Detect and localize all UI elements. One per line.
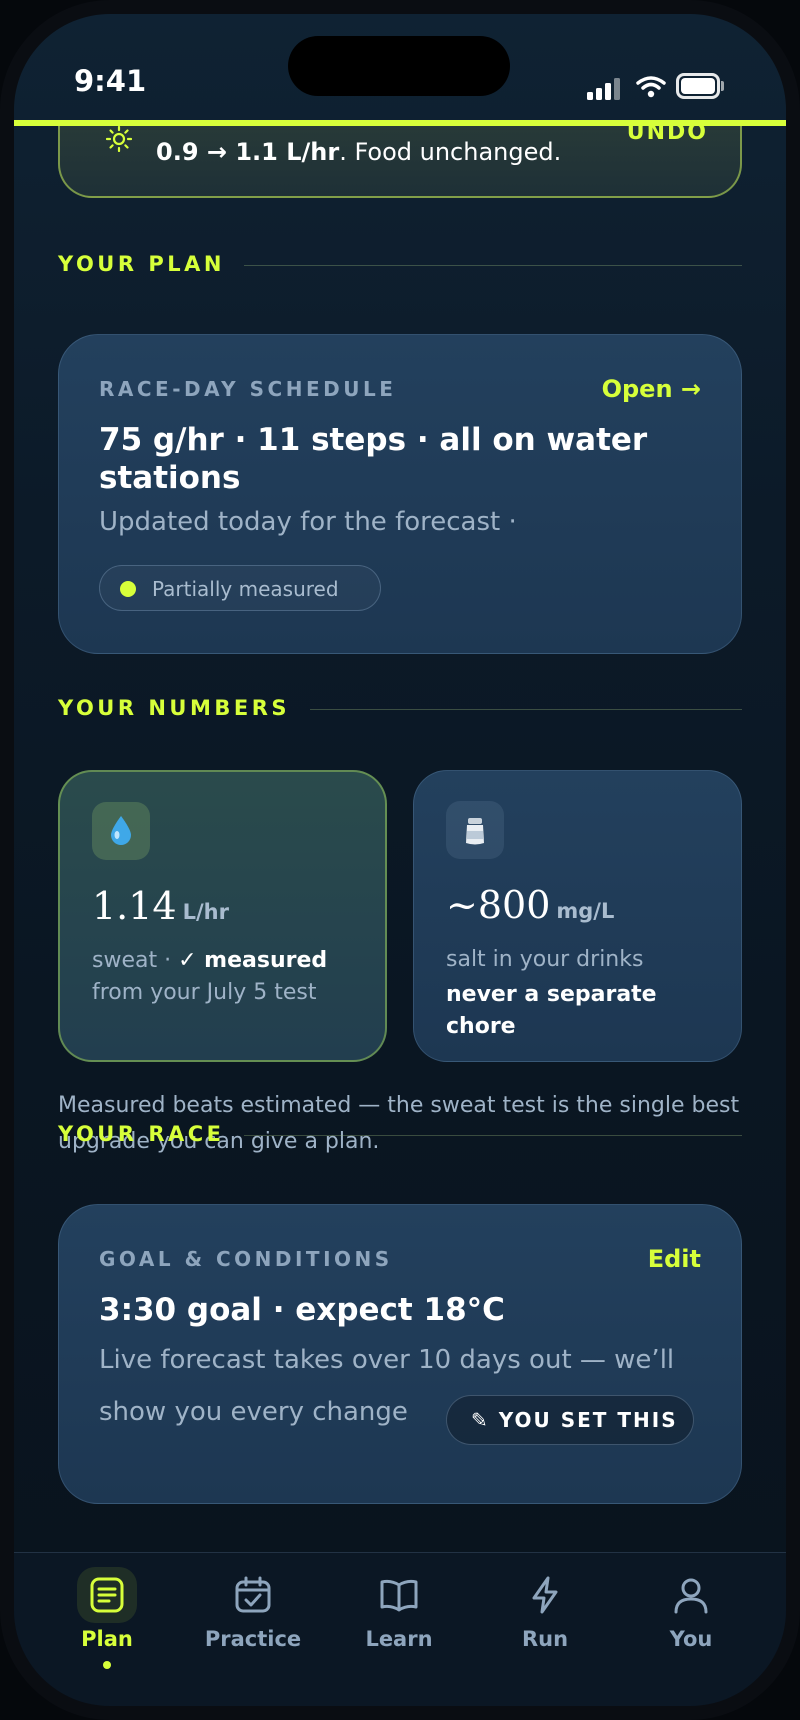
status-dot	[120, 581, 136, 597]
person-icon	[674, 1578, 708, 1614]
measured-badge: ✓ measured	[178, 948, 328, 973]
section-divider	[310, 709, 742, 710]
status-bar: 9:41	[14, 14, 786, 120]
wifi-icon	[636, 76, 666, 98]
card-headline: 75 g/hr · 11 steps · all on water statio…	[99, 422, 648, 496]
card-subtitle: Updated today for the forecast ·	[99, 507, 517, 537]
section-title: YOUR RACE	[58, 1122, 225, 1146]
section-divider	[244, 1135, 742, 1136]
section-header-numbers: YOUR NUMBERS	[58, 696, 742, 726]
tab-practice[interactable]: Practice	[180, 1553, 326, 1706]
dynamic-island	[288, 36, 510, 96]
you-set-this-label: ✎ YOU SET THIS	[471, 1408, 678, 1432]
adjustment-banner: 0.9 → 1.1 L/hr. Food unchanged. UNDO	[58, 126, 742, 198]
icon-tile	[446, 801, 504, 859]
book-icon	[380, 1579, 418, 1612]
status-time: 9:41	[74, 64, 147, 98]
tab-label: You	[669, 1627, 713, 1651]
card-headline: 3:30 goal · expect 18°C	[99, 1292, 505, 1328]
tab-label: Plan	[81, 1627, 133, 1651]
signal-icon	[587, 76, 623, 100]
edit-goal-link[interactable]: Edit	[648, 1245, 701, 1273]
section-title: YOUR NUMBERS	[58, 696, 291, 720]
tab-plan[interactable]: Plan	[34, 1553, 180, 1706]
sweat-source: from your July 5 test	[92, 980, 317, 1005]
card-subtitle-line1: Live forecast takes over 10 days out — w…	[99, 1345, 675, 1375]
sweat-unit: L/hr	[182, 900, 229, 924]
goal-conditions-card[interactable]: GOAL & CONDITIONS Edit 3:30 goal · expec…	[58, 1204, 742, 1504]
section-title: YOUR PLAN	[58, 252, 225, 276]
tab-label: Run	[521, 1627, 569, 1651]
active-indicator	[103, 1661, 111, 1669]
tab-bar: Plan Practice Learn Run You	[14, 1552, 786, 1706]
phone-frame: 9:41 0.9 → 1.1 L/hr. Food unchanged. UND…	[0, 0, 800, 1720]
salt-shaker-icon	[466, 818, 484, 845]
you-set-this-badge: ✎ YOU SET THIS	[446, 1395, 694, 1445]
plan-doc-icon	[90, 1577, 124, 1613]
calendar-check-icon	[235, 1576, 271, 1613]
banner-message-rest: . Food unchanged.	[339, 138, 562, 166]
status-badge: Partially measured	[99, 565, 381, 611]
scroll-content[interactable]: 0.9 → 1.1 L/hr. Food unchanged. UNDO YOU…	[14, 126, 786, 1552]
status-badge-label: Partially measured	[152, 577, 339, 601]
sweat-rate-card[interactable]: 1.14 L/hr sweat · ✓ measured from your Ju…	[58, 770, 387, 1062]
salt-label: salt in your drinks	[446, 947, 644, 972]
sweat-label: sweat · ✓ measured	[92, 948, 327, 973]
race-day-schedule-card[interactable]: RACE-DAY SCHEDULE Open → 75 g/hr · 11 st…	[58, 334, 742, 654]
undo-button[interactable]: UNDO	[627, 126, 708, 145]
water-drop-icon	[111, 816, 131, 845]
sun-icon	[106, 126, 132, 152]
banner-message-bold: 0.9 → 1.1 L/hr	[156, 138, 340, 166]
tab-you[interactable]: You	[618, 1553, 764, 1706]
card-subtitle-line2: show you every change	[99, 1397, 408, 1427]
salt-card[interactable]: ~800 mg/L salt in your drinks never a sep…	[413, 770, 742, 1062]
salt-unit: mg/L	[556, 899, 615, 923]
salt-value: ~800 mg/L	[446, 883, 614, 927]
open-schedule-link[interactable]: Open →	[602, 375, 701, 403]
icon-tile	[92, 802, 150, 860]
salt-value-number: ~800	[446, 883, 551, 927]
salt-note: never a separate chore	[446, 982, 657, 1039]
tab-label: Learn	[365, 1627, 433, 1651]
bolt-icon	[532, 1576, 558, 1614]
sweat-value: 1.14 L/hr	[92, 884, 229, 928]
sweat-label-pre: sweat ·	[92, 948, 179, 973]
banner-message: 0.9 → 1.1 L/hr. Food unchanged.	[156, 138, 561, 166]
screen: 9:41 0.9 → 1.1 L/hr. Food unchanged. UND…	[14, 14, 786, 1706]
tab-learn[interactable]: Learn	[326, 1553, 472, 1706]
section-header-race: YOUR RACE	[58, 1122, 742, 1152]
card-eyebrow: RACE-DAY SCHEDULE	[99, 377, 397, 401]
tab-run[interactable]: Run	[472, 1553, 618, 1706]
section-divider	[244, 265, 742, 266]
sweat-value-number: 1.14	[92, 884, 177, 928]
tab-label: Practice	[204, 1627, 302, 1651]
battery-icon	[676, 73, 724, 99]
card-eyebrow: GOAL & CONDITIONS	[99, 1247, 393, 1271]
section-header-plan: YOUR PLAN	[58, 252, 742, 282]
